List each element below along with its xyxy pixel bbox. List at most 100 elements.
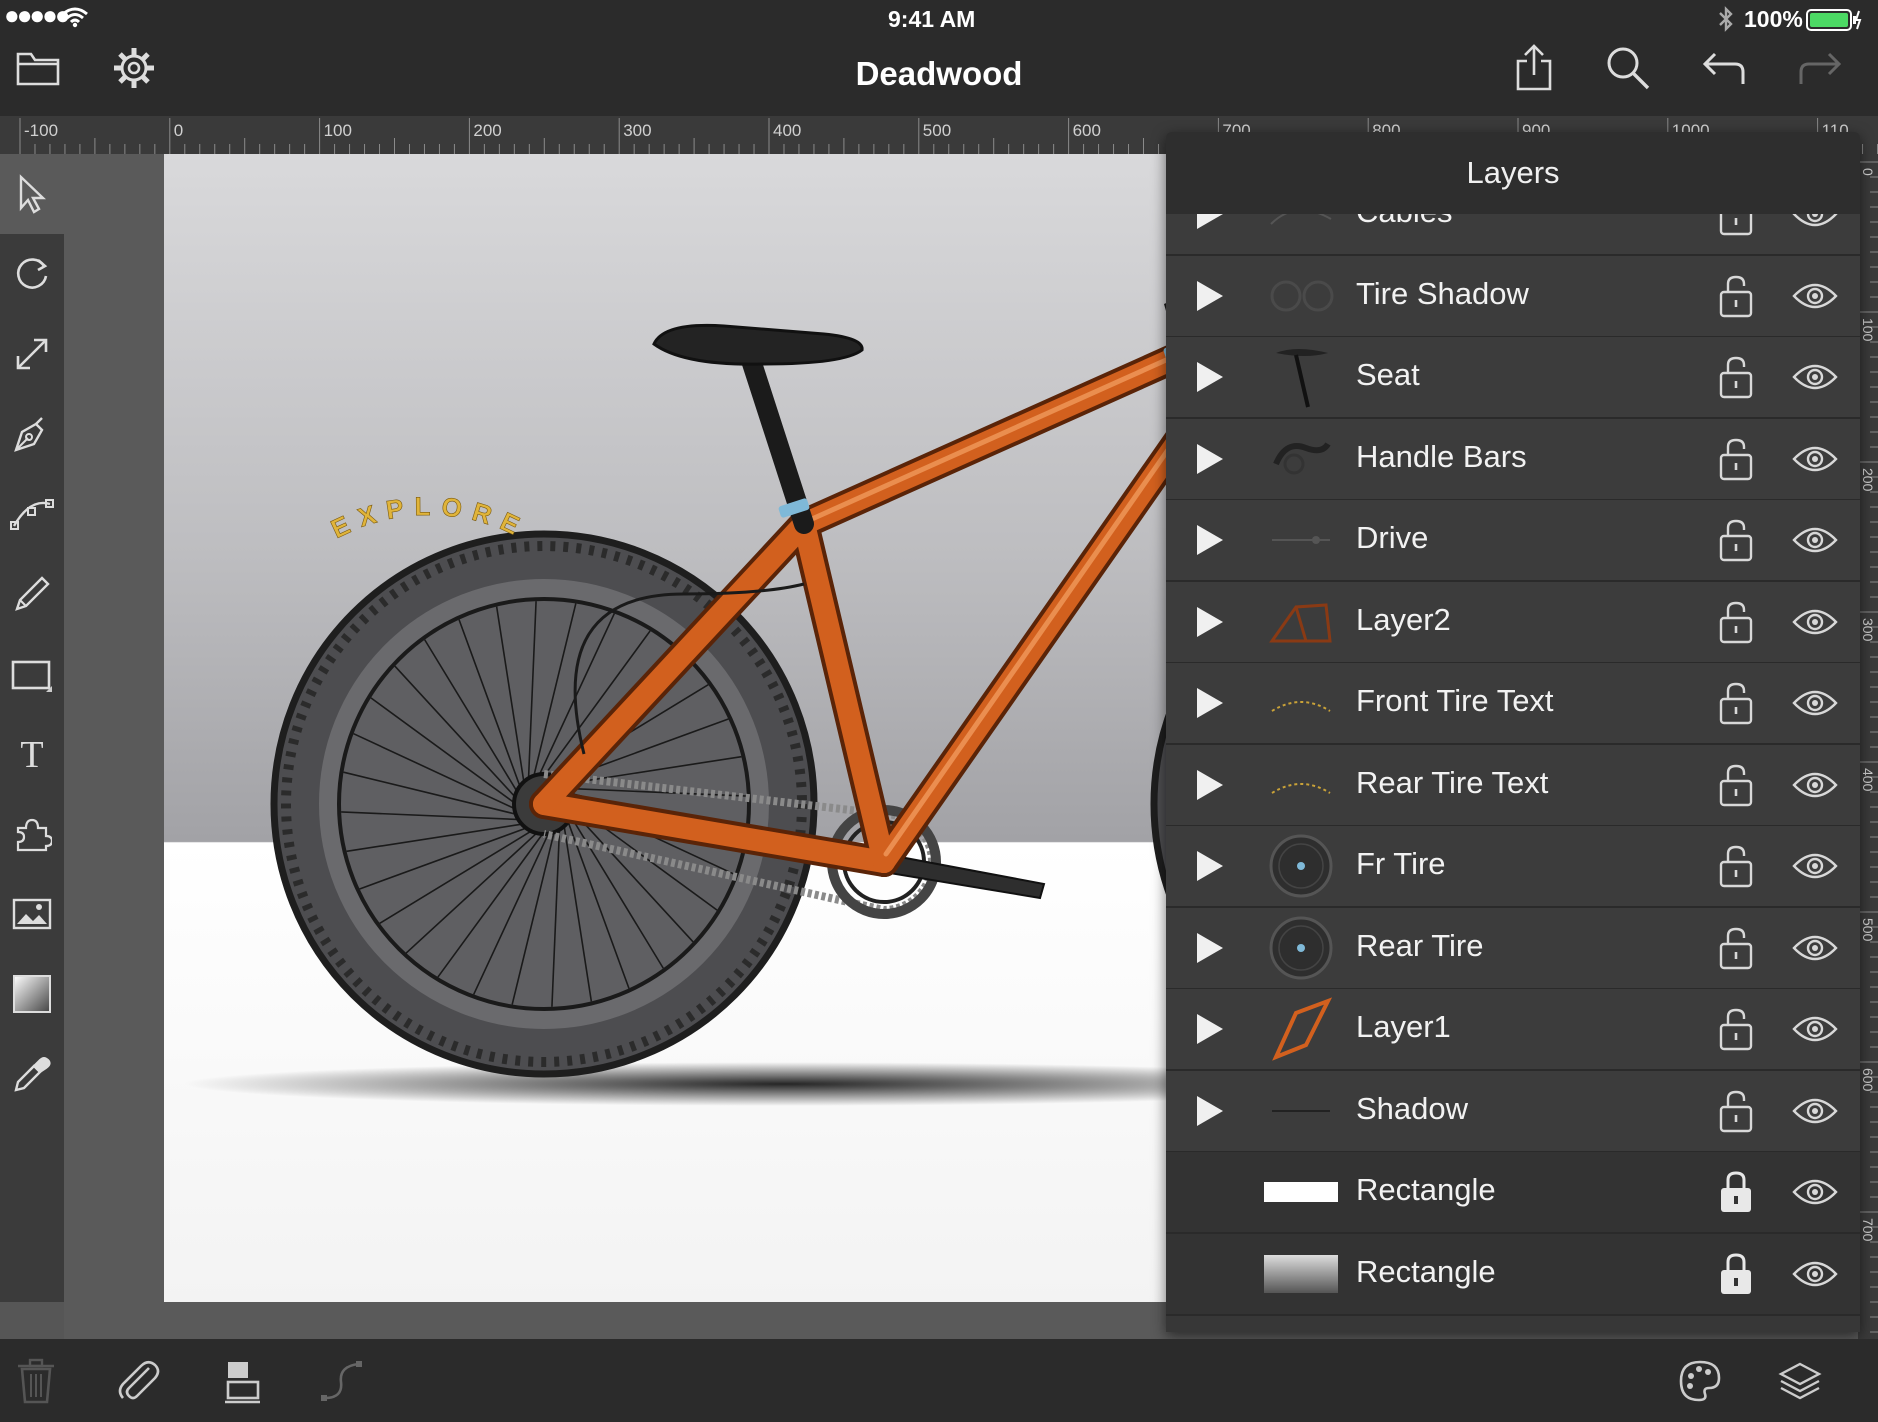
layer-row[interactable]: Layer2 [1166,581,1860,664]
lock-open-icon[interactable] [1716,1089,1756,1133]
layer-row[interactable]: Front Tire Text [1166,663,1860,745]
ruler-label: 300 [623,121,651,140]
expand-triangle-icon[interactable] [1190,604,1230,640]
layer-row[interactable]: Shadow [1166,1070,1860,1153]
lock-open-icon[interactable] [1716,844,1756,888]
wifi-icon [62,6,88,33]
expand-triangle-icon[interactable] [1190,278,1230,314]
ruler-label: 200 [1860,468,1876,492]
eye-icon[interactable] [1792,522,1838,558]
expand-triangle-icon[interactable] [1190,930,1230,966]
lock-open-icon[interactable] [1716,1007,1756,1051]
ground-shadow[interactable] [184,1062,1244,1106]
toolbox: T [0,154,64,1302]
layer-row[interactable]: Layer1 [1166,989,1860,1071]
redo-icon[interactable] [1790,38,1850,98]
rotate-tool[interactable] [0,234,64,314]
pencil-tool[interactable] [0,554,64,634]
expand-triangle-icon[interactable] [1190,1011,1230,1047]
layer-row[interactable]: Fr Tire [1166,826,1860,908]
lock-closed-icon[interactable] [1716,1170,1756,1214]
layer-name: Handle Bars [1356,438,1527,474]
eye-icon[interactable] [1792,1093,1838,1129]
layer-name: Rear Tire Text [1356,764,1549,800]
layer-thumbnail [1262,995,1340,1063]
image-tool[interactable] [0,874,64,954]
node-tool[interactable] [0,474,64,554]
layer-row[interactable]: Drive [1166,500,1860,582]
paperclip-icon[interactable] [108,1351,168,1411]
expand-triangle-icon[interactable] [1190,685,1230,721]
layer-name: Drive [1356,520,1429,555]
eye-icon[interactable] [1792,604,1838,640]
ruler-label: 100 [324,121,352,140]
eye-icon[interactable] [1792,1011,1838,1047]
expand-triangle-icon[interactable] [1190,848,1230,884]
lock-open-icon[interactable] [1716,926,1756,970]
document-title[interactable]: Deadwood [0,55,1878,93]
eye-icon[interactable] [1792,1174,1838,1210]
status-bar: ●●●●● 9:41 AM 100% [0,0,1878,38]
eye-icon[interactable] [1792,359,1838,395]
layer-row[interactable]: Rectangle [1166,1233,1860,1316]
pen-tool[interactable] [0,394,64,474]
layer-row[interactable]: Rear Tire Text [1166,744,1860,827]
palette-icon[interactable] [1670,1351,1730,1411]
layer-thumbnail [1262,262,1340,330]
eye-icon[interactable] [1792,1256,1838,1292]
eye-icon[interactable] [1792,767,1838,803]
eye-icon[interactable] [1792,685,1838,721]
lock-open-icon[interactable] [1716,437,1756,481]
layer-thumbnail [1262,588,1340,656]
artboard[interactable]: EXPLORE [164,154,1244,1302]
select-tool[interactable] [0,154,64,234]
expand-triangle-icon[interactable] [1190,359,1230,395]
rectangle-tool[interactable] [0,634,64,714]
layer-thumbnail [1262,914,1340,982]
signal-indicator: ●●●●● [4,0,71,30]
layer-row[interactable]: Tire Shadow [1166,255,1860,338]
expand-triangle-icon[interactable] [1190,767,1230,803]
ruler-label: 400 [1860,768,1876,792]
layer-name: Rear Tire [1356,927,1484,963]
layer-name: Seat [1356,357,1420,392]
gradient-tool[interactable] [0,954,64,1034]
expand-triangle-icon[interactable] [1190,441,1230,477]
vertical-ruler[interactable]: 0 100 200 300 400 500 600 700 [1858,154,1878,1339]
seat[interactable] [652,323,864,534]
eyedropper-tool[interactable] [0,1034,64,1114]
lock-open-icon[interactable] [1716,274,1756,318]
expand-triangle-icon[interactable] [1190,522,1230,558]
lock-closed-icon[interactable] [1716,1252,1756,1296]
search-icon[interactable] [1598,38,1658,98]
layers-panel: Layers CablesTire ShadowSeatHandle BarsD… [1166,132,1860,1332]
path-icon[interactable] [312,1351,372,1411]
eye-icon[interactable] [1792,441,1838,477]
eye-icon[interactable] [1792,930,1838,966]
align-icon[interactable] [212,1351,272,1411]
lock-open-icon[interactable] [1716,355,1756,399]
eye-icon[interactable] [1792,278,1838,314]
lock-open-icon[interactable] [1716,763,1756,807]
symbol-tool[interactable] [0,794,64,874]
layer-row[interactable]: Rear Tire [1166,907,1860,990]
layer-name: Tire Shadow [1356,275,1529,311]
lock-open-icon[interactable] [1716,681,1756,725]
lock-open-icon[interactable] [1716,518,1756,562]
undo-icon[interactable] [1694,38,1754,98]
lock-open-icon[interactable] [1716,600,1756,644]
scale-tool[interactable] [0,314,64,394]
layer-row[interactable]: Seat [1166,337,1860,419]
svg-text:T: T [20,734,43,774]
layer-row[interactable]: Rectangle [1166,1152,1860,1234]
eye-icon[interactable] [1792,848,1838,884]
trash-icon[interactable] [6,1351,66,1411]
battery-percent: 100% [1744,6,1803,32]
layer-name: Fr Tire [1356,846,1446,881]
text-tool[interactable]: T [0,714,64,794]
ruler-label: 300 [1860,618,1876,642]
layers-icon[interactable] [1770,1351,1830,1411]
share-icon[interactable] [1504,38,1564,98]
expand-triangle-icon[interactable] [1190,1093,1230,1129]
layer-row[interactable]: Handle Bars [1166,418,1860,501]
